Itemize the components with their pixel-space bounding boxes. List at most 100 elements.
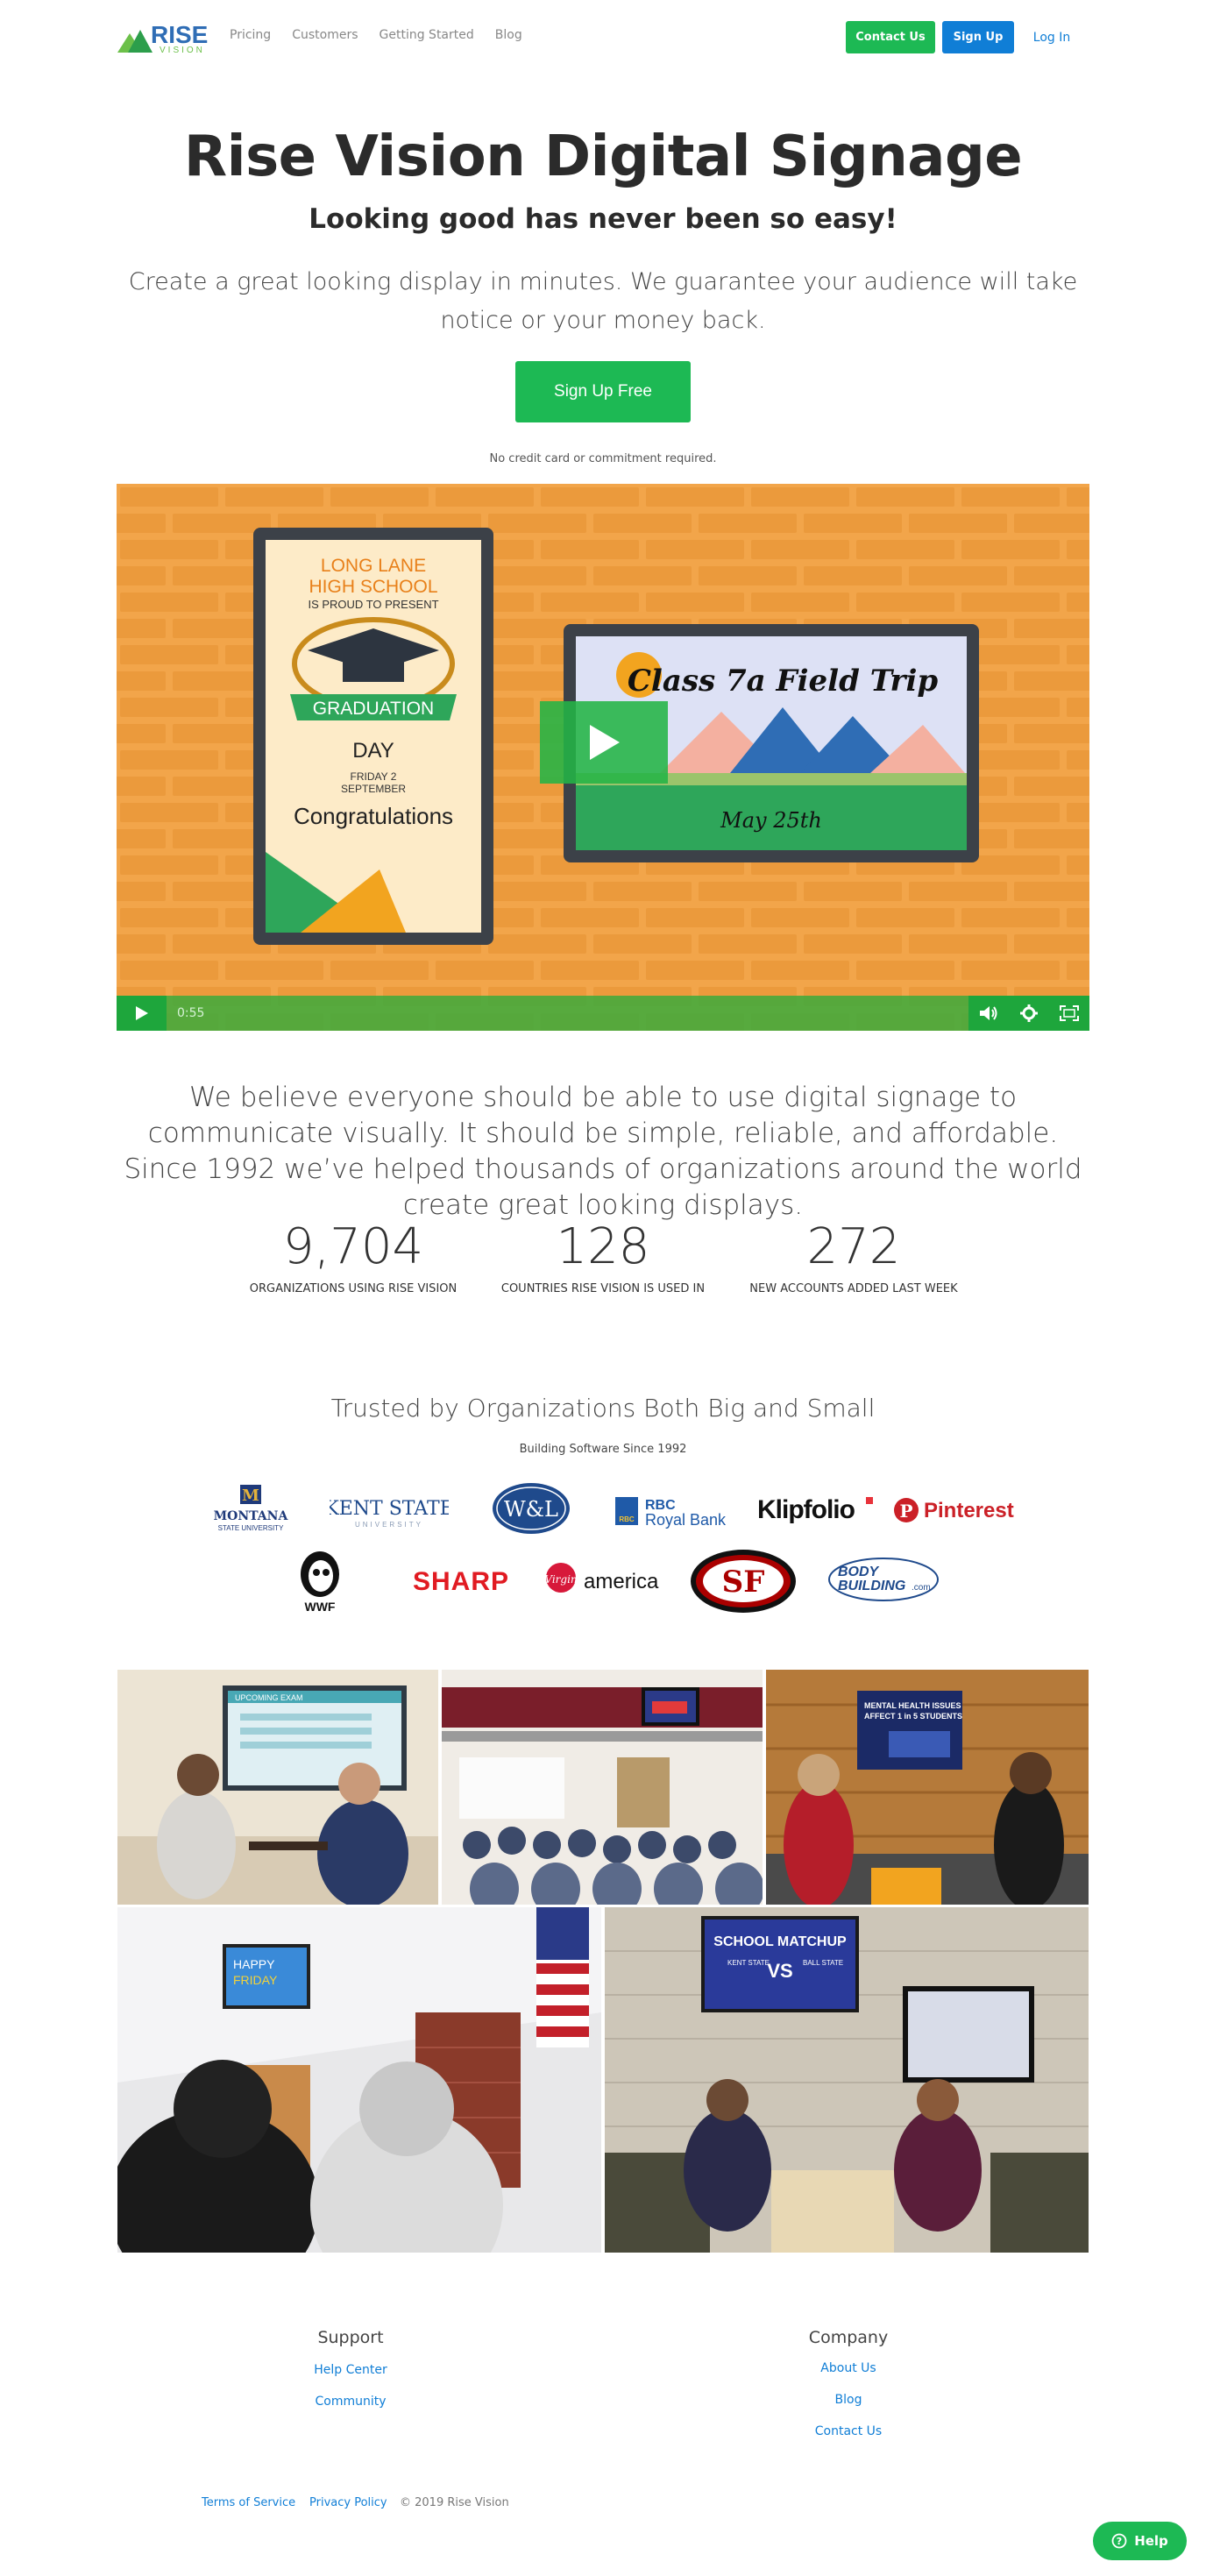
poster-right-date: May 25th: [720, 808, 822, 833]
poster-line6: SEPTEMBER: [341, 783, 406, 795]
hero-title: Rise Vision Digital Signage: [183, 124, 1023, 189]
video-duration: 0:55: [177, 1006, 205, 1020]
contact-us-button[interactable]: Contact Us: [846, 21, 935, 53]
poster-line3: IS PROUD TO PRESENT: [308, 598, 438, 611]
svg-text:P: P: [899, 1501, 912, 1522]
trusted-title: Trusted by Organizations Both Big and Sm…: [330, 1394, 876, 1423]
rise-vision-logo[interactable]: RISE VISION: [117, 19, 210, 55]
promo-video-player[interactable]: LONG LANE HIGH SCHOOL IS PROUD TO PRESEN…: [117, 484, 1089, 1031]
fullscreen-icon: [1060, 1005, 1079, 1021]
bodybuilding-logo: BODY BUILDING .com: [827, 1555, 945, 1606]
rbc-subtext: Royal Bank: [645, 1511, 727, 1529]
sf-49ers-logo: SF: [689, 1548, 798, 1614]
customer-photo-lounge-screens: SCHOOL MATCHUP KENT STATE VS BALL STATE: [605, 1907, 1089, 2253]
hero-description: Create a great looking display in minute…: [128, 268, 1078, 334]
logo-text-rise: RISE: [151, 21, 208, 48]
gear-icon: [1020, 1004, 1038, 1022]
rbc-badge-text: RBC: [619, 1515, 635, 1523]
photo-screen-text-1: MENTAL HEALTH ISSUES: [864, 1701, 961, 1710]
montana-text: MONTANA: [214, 1509, 289, 1523]
help-button[interactable]: ? Help: [1093, 2522, 1187, 2560]
footer-company-title: Company: [808, 2328, 889, 2347]
bb-text: BODY: [838, 1565, 880, 1579]
virgin-subtext: america: [584, 1570, 659, 1593]
kent-subtext: UNIVERSITY: [355, 1521, 423, 1529]
footer-link-about-us[interactable]: About Us: [761, 2361, 936, 2375]
poster-line5: FRIDAY 2: [351, 770, 397, 783]
photo-screen-text-2: FRIDAY: [233, 1973, 278, 1987]
photo-screen-text-4: BALL STATE: [803, 1959, 843, 1967]
fullscreen-button[interactable]: [1049, 996, 1089, 1031]
log-in-link[interactable]: Log In: [1024, 21, 1080, 53]
pinterest-text: Pinterest: [924, 1499, 1014, 1522]
washington-lee-logo: W&L: [491, 1481, 571, 1536]
montana-subtext: STATE UNIVERSITY: [218, 1524, 284, 1532]
play-icon: [590, 725, 620, 760]
rbc-royal-bank-logo: RBC RBC Royal Bank: [614, 1490, 736, 1530]
play-icon: [135, 1006, 148, 1020]
photo-screen-text: UPCOMING EXAM: [235, 1693, 303, 1702]
bb-subtext: BUILDING: [838, 1579, 905, 1593]
sharp-text: SHARP: [413, 1567, 509, 1596]
nav-link-pricing[interactable]: Pricing: [230, 28, 271, 42]
photo-screen-text-1: SCHOOL MATCHUP: [713, 1934, 847, 1949]
poster-line1: LONG LANE: [321, 556, 426, 576]
virgin-text: Virgin: [544, 1573, 577, 1586]
video-play-overlay-button[interactable]: [540, 701, 668, 784]
mission-statement: We believe everyone should be able to us…: [124, 1082, 1082, 1221]
stat-label: ORGANIZATIONS USING RISE VISION: [249, 1282, 458, 1295]
stat-value: 9,704: [282, 1218, 424, 1275]
nav-link-blog[interactable]: Blog: [495, 28, 522, 42]
footer-link-contact-us[interactable]: Contact Us: [761, 2424, 936, 2438]
kent-text: KENT STATE: [330, 1498, 449, 1520]
svg-text:M: M: [242, 1487, 259, 1505]
klipfolio-text: Klipfolio: [757, 1495, 855, 1524]
sign-up-free-button[interactable]: Sign Up Free: [515, 361, 691, 422]
virgin-america-logo: Virgin america: [542, 1557, 664, 1604]
settings-button[interactable]: [1009, 996, 1049, 1031]
photo-screen-text-1: HAPPY: [233, 1957, 275, 1971]
stat-new-accounts: 272 NEW ACCOUNTS ADDED LAST WEEK: [729, 1218, 978, 1295]
footer-support-title: Support: [317, 2328, 384, 2347]
control-play-button[interactable]: [117, 996, 167, 1031]
trusted-subtitle: Building Software Since 1992: [519, 1443, 687, 1456]
stat-label: COUNTRIES RISE VISION IS USED IN: [500, 1282, 706, 1295]
poster-line4: DAY: [352, 739, 394, 763]
terms-of-service-link[interactable]: Terms of Service: [202, 2496, 295, 2509]
privacy-policy-link[interactable]: Privacy Policy: [309, 2496, 387, 2509]
wwf-logo: WWF: [289, 1548, 351, 1614]
photo-screen-text-2: KENT STATE: [727, 1959, 770, 1967]
photo-screen-text-2: AFFECT 1 in 5 STUDENTS: [864, 1712, 962, 1721]
question-icon: ?: [1111, 2533, 1127, 2549]
footer-link-blog[interactable]: Blog: [761, 2393, 936, 2407]
stat-value: 128: [556, 1218, 650, 1275]
kent-state-logo: KENT STATE UNIVERSITY: [330, 1490, 449, 1534]
nav-link-customers[interactable]: Customers: [292, 28, 358, 42]
customer-photo-classroom: [442, 1670, 763, 1905]
poster-banner: GRADUATION: [313, 699, 434, 719]
footer-link-community[interactable]: Community: [263, 2395, 438, 2409]
sf-text: SF: [722, 1565, 765, 1600]
top-nav: RISE VISION Pricing Customers Getting St…: [0, 0, 1206, 74]
wl-text: W&L: [504, 1497, 558, 1522]
stat-value: 272: [806, 1218, 901, 1275]
klipfolio-logo: Klipfolio: [754, 1488, 876, 1529]
copyright-text: © 2019 Rise Vision: [400, 2496, 509, 2509]
montana-state-logo: M MONTANA STATE UNIVERSITY: [207, 1481, 294, 1539]
footer-link-help-center[interactable]: Help Center: [263, 2363, 438, 2377]
stat-organizations: 9,704 ORGANIZATIONS USING RISE VISION: [230, 1218, 477, 1295]
volume-button[interactable]: [968, 996, 1009, 1031]
pinterest-logo: P Pinterest: [892, 1490, 1018, 1530]
stat-label: NEW ACCOUNTS ADDED LAST WEEK: [749, 1282, 958, 1295]
nav-link-getting-started[interactable]: Getting Started: [380, 28, 474, 42]
customer-photo-students-screen: HAPPY FRIDAY: [117, 1907, 601, 2253]
stat-countries: 128 COUNTRIES RISE VISION IS USED IN: [480, 1218, 726, 1295]
poster-right-title: Class 7a Field Trip: [628, 664, 939, 699]
sign-up-button[interactable]: Sign Up: [942, 21, 1014, 53]
customer-photo-hallway-display: MENTAL HEALTH ISSUES AFFECT 1 in 5 STUDE…: [766, 1670, 1089, 1905]
hero-subtitle: Looking good has never been so easy!: [309, 203, 897, 235]
customer-photo-office-meeting: UPCOMING EXAM: [117, 1670, 438, 1905]
photo-screen-text-3: VS: [767, 1960, 792, 1982]
no-credit-card-note: No credit card or commitment required.: [489, 452, 717, 465]
poster-line7: Congratulations: [294, 803, 453, 829]
